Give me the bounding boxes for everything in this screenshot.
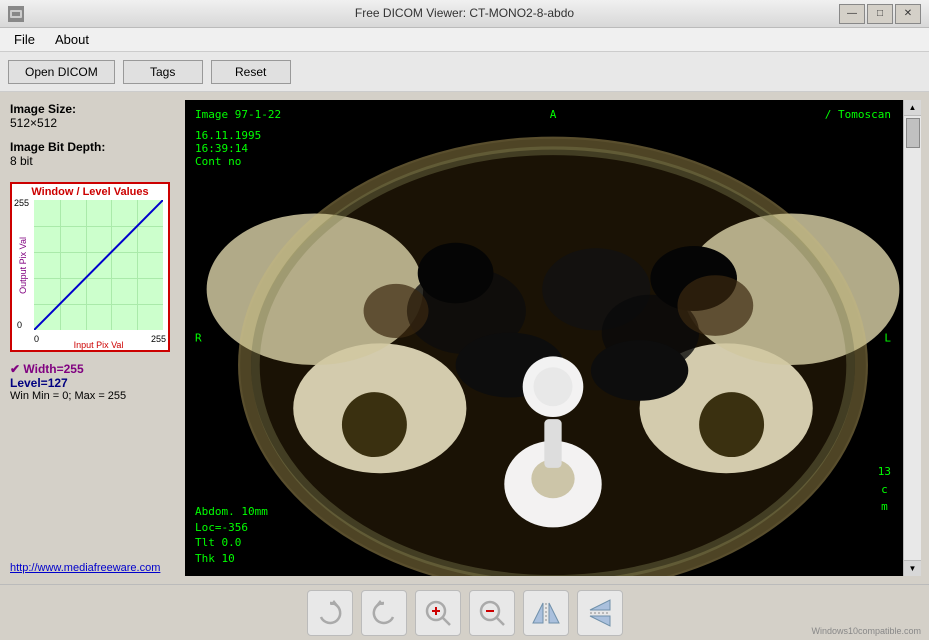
open-dicom-button[interactable]: Open DICOM: [8, 60, 115, 84]
image-bit-depth-value: 8 bit: [10, 154, 175, 168]
scroll-thumb[interactable]: [906, 118, 920, 148]
win-min-max: Win Min = 0; Max = 255: [10, 390, 175, 402]
image-size-label: Image Size:: [10, 102, 175, 116]
restore-button[interactable]: □: [867, 4, 893, 24]
wl-chart-inner: [34, 200, 163, 330]
window-title: Free DICOM Viewer: CT-MONO2-8-abdo: [0, 6, 929, 20]
reset-button[interactable]: Reset: [211, 60, 291, 84]
zoom-in-icon: [424, 599, 452, 627]
minimize-button[interactable]: —: [839, 4, 865, 24]
wl-diagonal-line: [34, 200, 163, 330]
watermark: Windows10compatible.com: [811, 626, 921, 636]
window-controls: — □ ✕: [839, 4, 921, 24]
zoom-out-button[interactable]: [469, 590, 515, 636]
menu-file[interactable]: File: [4, 30, 45, 49]
rotate-ccw-button[interactable]: [361, 590, 407, 636]
app-icon: [8, 6, 24, 22]
title-bar-left: [8, 6, 24, 22]
y-min-label: 0: [17, 320, 22, 330]
rotate-cw-icon: [316, 599, 344, 627]
scroll-down-button[interactable]: ▼: [904, 560, 922, 576]
ct-scan-image: [185, 100, 921, 576]
width-label: Width=255: [23, 362, 83, 376]
close-button[interactable]: ✕: [895, 4, 921, 24]
scrollbar[interactable]: ▲ ▼: [903, 100, 921, 576]
zoom-in-button[interactable]: [415, 590, 461, 636]
image-bit-depth-label: Image Bit Depth:: [10, 140, 175, 154]
toolbar: Open DICOM Tags Reset: [0, 52, 929, 92]
y-max-label: 255: [14, 198, 29, 208]
wl-chart: Window / Level Values Output Pix Val 255…: [10, 182, 170, 352]
rotate-ccw-icon: [370, 599, 398, 627]
flip-h-button[interactable]: [523, 590, 569, 636]
flip-h-icon: [531, 599, 561, 627]
level-stat: Level=127: [10, 376, 175, 390]
tags-button[interactable]: Tags: [123, 60, 203, 84]
main-content: Image Size: 512×512 Image Bit Depth: 8 b…: [0, 92, 929, 584]
flip-v-button[interactable]: [577, 590, 623, 636]
bottom-toolbar: Windows10compatible.com: [0, 584, 929, 640]
image-size-value: 512×512: [10, 116, 175, 130]
left-panel: Image Size: 512×512 Image Bit Depth: 8 b…: [0, 92, 185, 584]
website-link[interactable]: http://www.mediafreeware.com: [10, 562, 175, 574]
title-bar: Free DICOM Viewer: CT-MONO2-8-abdo — □ ✕: [0, 0, 929, 28]
image-viewer[interactable]: Image 97-1-22 16.11.1995 16:39:14 Cont n…: [185, 100, 921, 576]
flip-v-icon: [586, 598, 614, 628]
wl-chart-title: Window / Level Values: [12, 184, 168, 200]
menu-about[interactable]: About: [45, 30, 99, 49]
width-stat: ✔ Width=255: [10, 362, 175, 376]
scroll-up-button[interactable]: ▲: [904, 100, 922, 116]
y-axis-text: Output Pix Val: [18, 237, 28, 294]
menu-bar: File About: [0, 28, 929, 52]
zoom-out-icon: [478, 599, 506, 627]
y-axis-label: Output Pix Val: [12, 200, 34, 330]
width-tick: ✔: [10, 362, 20, 376]
x-axis-label: Input Pix Val: [34, 340, 163, 350]
rotate-cw-button[interactable]: [307, 590, 353, 636]
